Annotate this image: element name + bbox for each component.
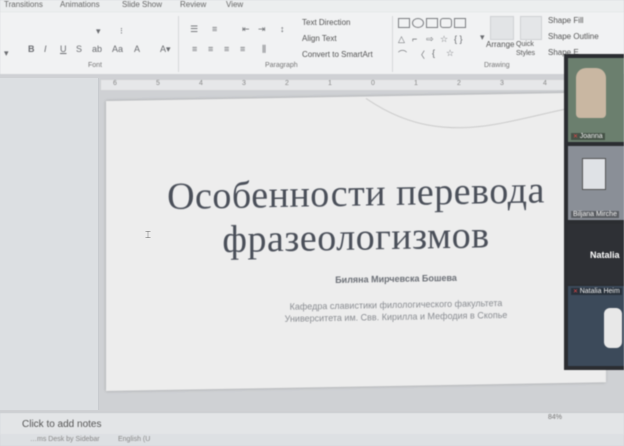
triangle-shape-icon[interactable]: △ [398,34,405,45]
decrease-indent-icon[interactable]: ⇤ [242,24,250,35]
justify-icon[interactable]: ≡ [240,44,245,54]
slide-title[interactable]: Особенности перевода фразеологизмов [106,167,606,264]
arrow-shape-icon[interactable]: ⇨ [426,34,434,45]
shape-fill-button[interactable]: Shape Fill [548,16,584,25]
muted-mic-icon: ✕ [573,134,580,140]
video-call-sidebar: ✕ Joanna Biljana Mirche Natalia ✕ Natali… [564,54,624,370]
italic-icon[interactable]: I [44,44,47,54]
oval-shape-icon[interactable] [412,18,424,28]
notes-placeholder: Click to add notes [22,419,102,430]
clear-format-icon[interactable]: A [134,44,140,54]
participant-name-placeholder: Natalia [590,250,620,260]
participant-tile[interactable]: Natalia [568,224,624,284]
connector-shape-icon[interactable]: ⌐ [412,34,417,44]
brace-shape-icon[interactable]: { } [454,34,463,44]
ruler-tick: 2 [285,80,289,87]
ruler-tick: 1 [328,80,332,87]
columns-icon[interactable]: ⫼ [262,44,266,55]
textbox-shape-icon[interactable] [426,18,438,28]
ruler-tick: 4 [543,80,547,87]
decorative-curve [365,98,606,129]
font-size-dropdown-icon[interactable]: ▾ [4,48,9,59]
participant-video [604,308,622,348]
convert-smartart-button[interactable]: Convert to SmartArt [302,50,373,59]
align-text-button[interactable]: Align Text [302,34,337,43]
separator [392,16,393,72]
ruler-tick: 6 [113,80,117,87]
rounded-rect-shape-icon[interactable] [440,18,452,28]
curve-shape-icon[interactable]: ⌒ [398,48,407,61]
ruler-tick: 1 [414,80,418,87]
participant-name: ✕ Joanna [571,133,605,140]
tab-transitions[interactable]: Transitions [4,0,43,9]
shape-outline-button[interactable]: Shape Outline [548,32,599,41]
brace-shape-icon[interactable]: { [432,48,435,58]
status-bar: …ms Desk by Sidebar English (U [0,434,624,446]
slide-author[interactable]: Биляна Мирчевска Бошева [306,272,486,285]
star-shape-icon[interactable]: ☆ [446,48,454,59]
ruler-tick: 4 [199,80,203,87]
slide-canvas[interactable]: Особенности перевода фразеологизмов Биля… [106,92,606,392]
tab-review[interactable]: Review [180,0,206,9]
text-direction-button[interactable]: Text Direction [302,18,350,27]
ruler-tick: 3 [242,80,246,87]
slide-title-line: Особенности перевода [167,169,545,218]
character-spacing-icon[interactable]: ab [92,44,102,54]
ribbon: ▾ B I U S ab Aa A A▾ ▾ ⁝ Font ☰ ≡ ⇤ ⇥ ↕ … [0,12,624,75]
font-color-icon[interactable]: A▾ [160,44,171,55]
change-case-icon[interactable]: Aa [112,44,123,54]
strikethrough-icon[interactable]: S [76,44,82,54]
participant-name: ✕ Natalia Heim [571,288,622,295]
ruler-tick: 5 [156,80,160,87]
slide-affiliation[interactable]: Кафедра славистики филологического факул… [246,296,546,325]
group-label-drawing: Drawing [484,62,510,69]
decrease-font-icon[interactable]: ⁝ [120,26,123,37]
participant-tile[interactable]: ✕ Natalia Heim [568,286,624,366]
participant-name: Biljana Mirche [571,211,619,218]
bold-icon[interactable]: B [28,44,35,54]
participant-video [582,158,606,190]
arrange-button[interactable]: Arrange [486,40,514,49]
participant-tile[interactable]: ✕ Joanna [568,58,624,142]
tab-slide-show[interactable]: Slide Show [122,0,162,9]
ruler-tick: 0 [371,80,375,87]
tab-view[interactable]: View [226,0,243,9]
bullets-icon[interactable]: ☰ [190,24,198,35]
ruler-tick: 3 [500,80,504,87]
ruler-tick: 2 [457,80,461,87]
zoom-level[interactable]: 84% [548,414,562,421]
bracket-shape-icon[interactable]: 〈 [416,48,425,61]
tab-animations[interactable]: Animations [60,0,100,9]
horizontal-ruler: 6 5 4 3 2 1 0 1 2 3 4 [100,79,584,91]
align-center-icon[interactable]: ≡ [208,44,213,54]
slide-thumbnail-pane[interactable] [0,78,99,410]
slide-title-line: фразеологизмов [222,214,490,261]
muted-mic-icon: ✕ [573,289,580,295]
group-label-font: Font [88,62,103,69]
shapes-more-icon[interactable]: ▾ [480,32,485,43]
mouse-cursor-icon: ⌶ [145,230,151,241]
group-label-paragraph: Paragraph [265,62,298,69]
status-language[interactable]: English (U [118,436,150,443]
quick-styles-icon[interactable] [520,16,542,40]
align-right-icon[interactable]: ≡ [224,44,229,54]
notes-pane[interactable]: Click to add notes [0,412,624,435]
increase-font-icon[interactable]: ▾ [96,26,101,37]
participant-tile[interactable]: Biljana Mirche [568,146,624,220]
underline-icon[interactable]: U [60,44,67,54]
line-spacing-icon[interactable]: ↕ [280,24,285,34]
numbering-icon[interactable]: ≡ [212,24,217,34]
rectangle-shape-icon[interactable] [454,18,466,28]
arrange-icon[interactable] [490,16,514,40]
rectangle-shape-icon[interactable] [398,18,410,28]
quick-styles-button[interactable]: Quick Styles [516,40,542,58]
increase-indent-icon[interactable]: ⇥ [258,24,266,35]
align-left-icon[interactable]: ≡ [192,44,197,54]
status-left-text: …ms Desk by Sidebar [30,436,100,443]
separator [178,16,179,72]
star-shape-icon[interactable]: ☆ [440,34,448,45]
participant-video [576,68,606,118]
